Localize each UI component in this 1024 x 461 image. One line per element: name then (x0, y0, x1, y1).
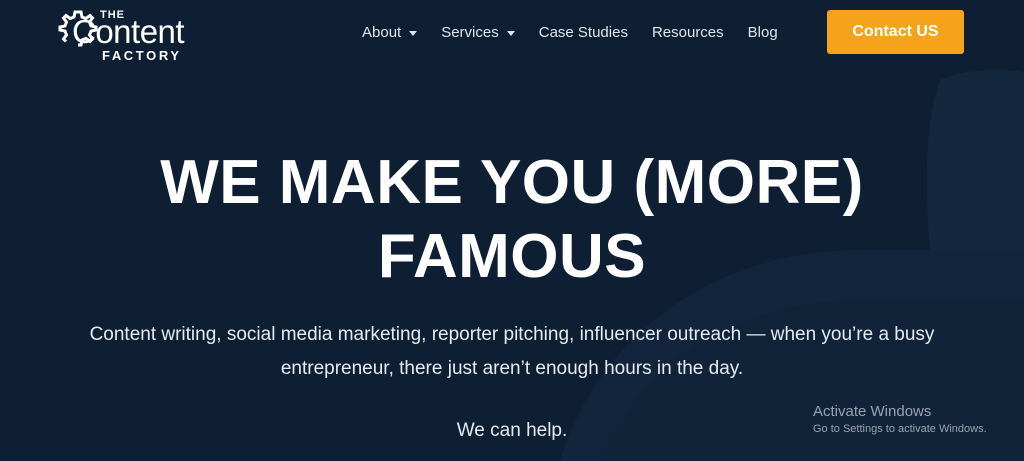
hero-subtitle-line-2: entrepreneur, there just aren’t enough h… (280, 358, 744, 379)
nav-item-label: Resources (651, 23, 724, 41)
hero-title: WE MAKE YOU (MORE) FAMOUS (0, 146, 1024, 294)
chevron-down-icon (506, 30, 515, 36)
chevron-down-icon (409, 30, 418, 36)
nav-item-label: Blog (747, 23, 778, 41)
hero-title-line-2: FAMOUS (377, 222, 647, 291)
nav-item-label: Case Studies (538, 23, 628, 41)
main-nav: About Services Case Studies Resources Bl… (362, 20, 778, 44)
nav-item-blog[interactable]: Blog (748, 24, 778, 41)
nav-item-about[interactable]: About (362, 23, 418, 41)
hero-title-line-1: WE MAKE YOU (MORE) (160, 148, 864, 217)
nav-item-case-studies[interactable]: Case Studies (539, 24, 628, 41)
nav-item-resources[interactable]: Resources (652, 24, 724, 41)
hero-subtitle: Content writing, social media marketing,… (50, 318, 974, 386)
nav-item-services[interactable]: Services (441, 24, 515, 41)
watermark-title: Activate Windows (813, 403, 932, 420)
contact-us-button[interactable]: Contact US (827, 10, 964, 54)
brand-logo[interactable]: THE Content FACTORY (58, 4, 218, 62)
nav-item-label: About (362, 23, 402, 41)
windows-activation-watermark: Activate Windows Go to Settings to activ… (813, 403, 987, 437)
logo-content-text: Content (72, 13, 185, 50)
nav-item-label: Services (441, 23, 499, 41)
watermark-subtitle: Go to Settings to activate Windows. (813, 423, 987, 435)
hero-subtitle-line-1: Content writing, social media marketing,… (89, 324, 935, 345)
logo-factory-text: FACTORY (102, 48, 182, 63)
site-header: THE Content FACTORY About Services Case … (0, 0, 1024, 64)
